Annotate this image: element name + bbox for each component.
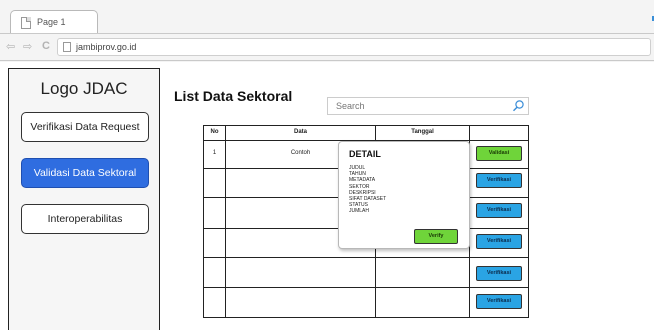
search-input[interactable]: Search (327, 97, 529, 115)
reload-icon[interactable]: C (42, 40, 50, 52)
address-bar[interactable]: jambiprov.go.id (57, 38, 651, 56)
verifikasi-button[interactable]: Verifikasi (476, 173, 522, 188)
sidebar-item-verifikasi-data-request[interactable]: Verifikasi Data Request (21, 112, 149, 142)
verify-button[interactable]: Verify (414, 229, 458, 244)
search-icon[interactable] (511, 99, 525, 113)
tab-title: Page 1 (37, 17, 66, 27)
verifikasi-button[interactable]: Verifikasi (476, 234, 522, 249)
sidebar-item-validasi-data-sektoral[interactable]: Validasi Data Sektoral (21, 158, 149, 188)
table-cell-no: 1 (212, 150, 217, 156)
table-divider (204, 257, 528, 258)
detail-title: DETAIL (349, 149, 381, 159)
page-title: List Data Sektoral (174, 88, 293, 104)
browser-chrome: Page 1 ⇦ ⇨ C jambiprov.go.id (0, 0, 654, 62)
browser-tab[interactable]: Page 1 (10, 10, 98, 34)
column-header-no: No (210, 129, 219, 135)
address-text: jambiprov.go.id (76, 42, 137, 52)
page-icon (21, 17, 31, 29)
address-row: ⇦ ⇨ C jambiprov.go.id (0, 34, 654, 61)
back-arrow-icon[interactable]: ⇦ (6, 41, 15, 53)
page-icon (63, 42, 71, 52)
sidebar-item-interoperabilitas[interactable]: Interoperabilitas (21, 204, 149, 234)
validasi-button[interactable]: Validasi (476, 146, 522, 161)
column-header-tanggal: Tanggal (411, 129, 434, 135)
detail-field-list: JUDUL TAHUN METADATA SEKTOR DESKRIPSI SI… (349, 165, 386, 215)
column-header-data: Data (293, 129, 307, 135)
verifikasi-button[interactable]: Verifikasi (476, 203, 522, 218)
detail-popup: DETAIL JUDUL TAHUN METADATA SEKTOR DESKR… (338, 141, 470, 249)
detail-field: JUMLAH (349, 208, 370, 215)
sidebar: Logo JDAC Verifikasi Data Request Valida… (8, 68, 160, 330)
verifikasi-button[interactable]: Verifikasi (476, 266, 522, 281)
table-divider (204, 287, 528, 288)
search-placeholder: Search (336, 101, 365, 111)
verifikasi-button[interactable]: Verifikasi (476, 294, 522, 309)
logo: Logo JDAC (40, 79, 128, 98)
forward-arrow-icon[interactable]: ⇨ (23, 41, 32, 53)
